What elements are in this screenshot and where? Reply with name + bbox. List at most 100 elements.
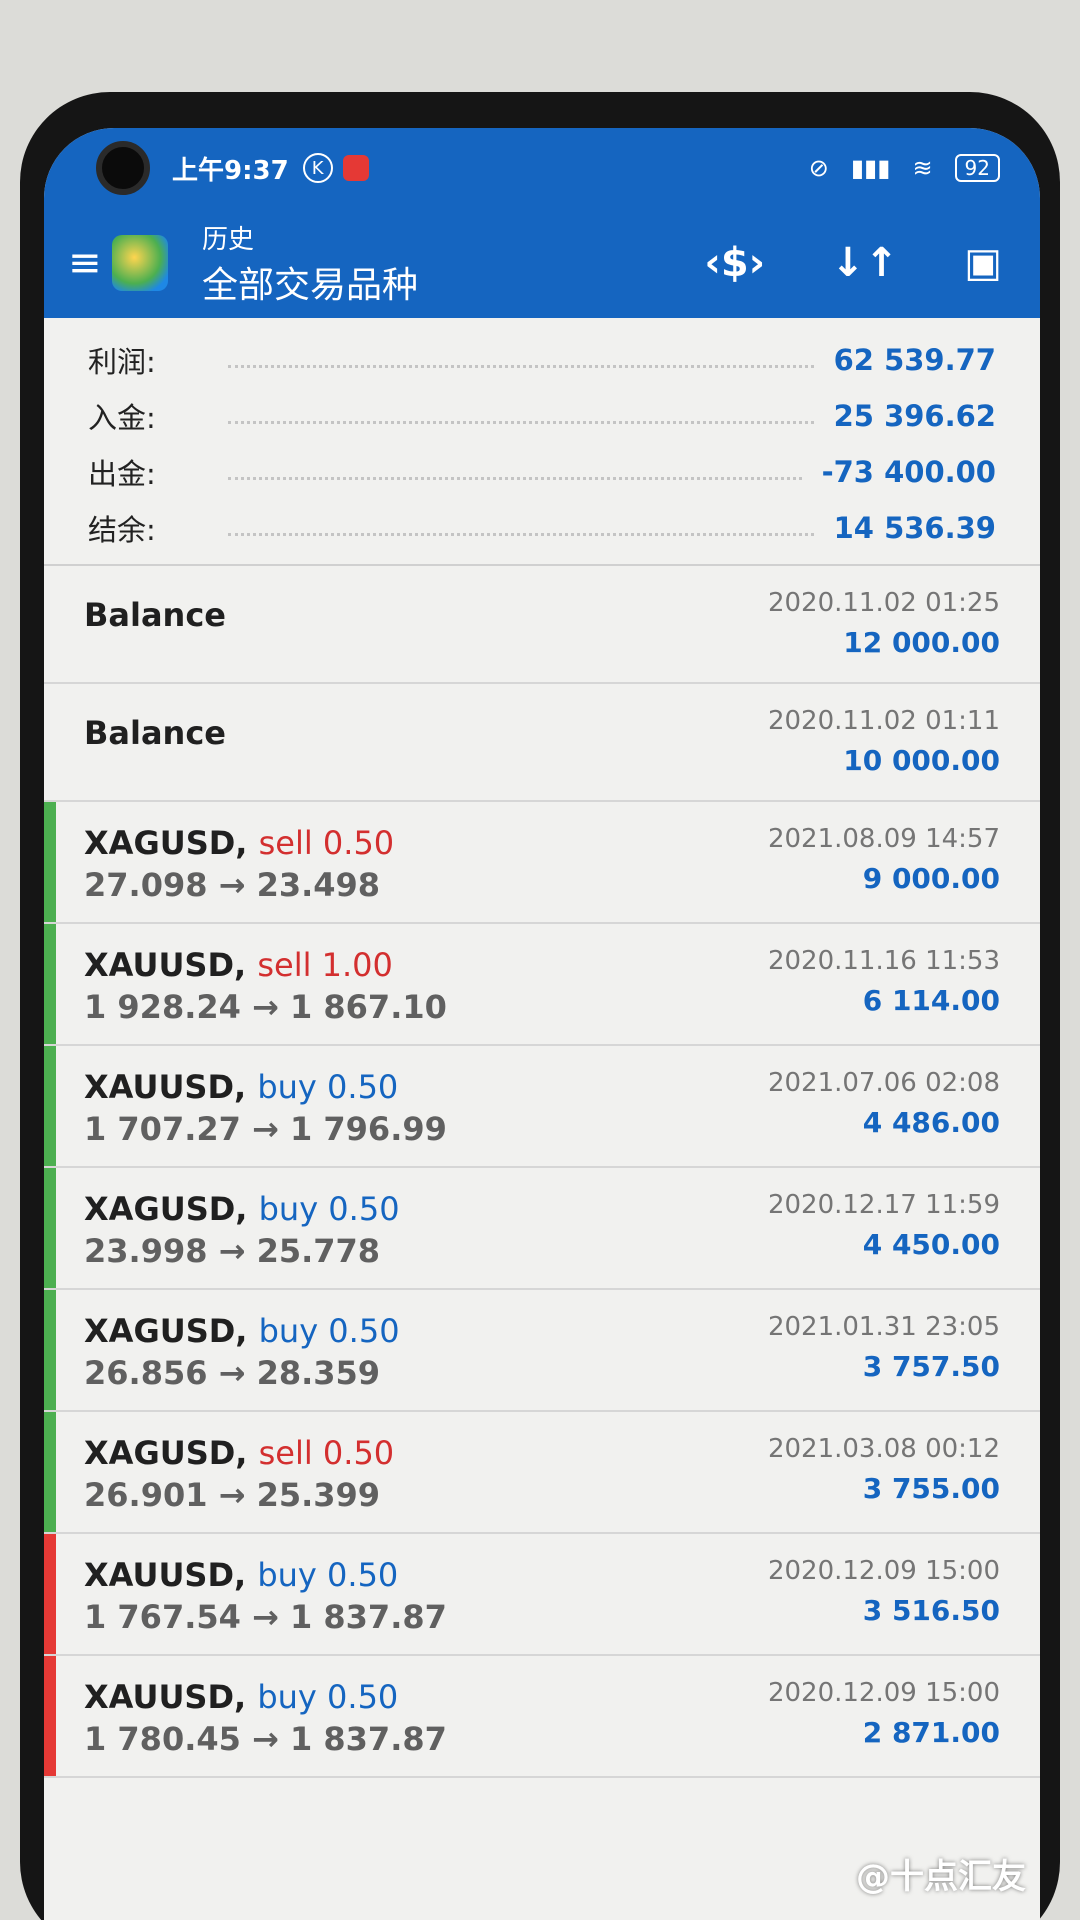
trade-prices: 23.998 → 25.778 bbox=[84, 1232, 381, 1270]
dotted-leader bbox=[228, 532, 814, 536]
trade-time: 2020.12.09 15:00 bbox=[767, 1556, 1000, 1586]
trade-side: sell 0.50 bbox=[258, 1434, 395, 1472]
result-bar bbox=[44, 1290, 56, 1410]
trade-time: 2021.01.31 23:05 bbox=[767, 1312, 1000, 1342]
result-bar bbox=[44, 1656, 56, 1776]
menu-icon[interactable]: ≡ bbox=[68, 240, 102, 286]
row-amount: 12 000.00 bbox=[843, 626, 1000, 659]
trade-amount: 3 757.50 bbox=[862, 1350, 1000, 1383]
trade-side: sell 1.00 bbox=[257, 946, 393, 984]
trade-title: XAUUSD, buy 0.50 bbox=[84, 1556, 447, 1594]
result-bar bbox=[44, 802, 56, 922]
trade-amount: 4 450.00 bbox=[862, 1228, 1000, 1261]
notification-icon bbox=[342, 155, 369, 181]
trade-time: 2021.08.09 14:57 bbox=[767, 824, 1000, 854]
toolbar-actions: ‹$› ↓↑ ▣ bbox=[704, 240, 1016, 286]
dotted-leader bbox=[228, 420, 814, 424]
status-icons: ⊘ ▮▮▮ ≋ 92 bbox=[809, 154, 1000, 182]
summary-row-deposit: 入金: 25 396.62 bbox=[88, 388, 996, 444]
trade-amount: 3 755.00 bbox=[862, 1472, 1000, 1505]
sort-icon[interactable]: ↓↑ bbox=[831, 240, 898, 286]
trade-prices: 26.856 → 28.359 bbox=[84, 1354, 381, 1392]
trade-symbol: XAGUSD, bbox=[84, 1312, 248, 1350]
trade-side: buy 0.50 bbox=[257, 1556, 399, 1594]
app-bar: 上午9:37 K ⊘ ▮▮▮ ≋ 92 ≡ 历史 全部交易品种 ‹$› ↓↑ ▣ bbox=[44, 128, 1040, 318]
trade-row[interactable]: XAGUSD, buy 0.50 23.998 → 25.778 2020.12.1… bbox=[44, 1168, 1040, 1290]
trade-title: XAUUSD, buy 0.50 bbox=[84, 1678, 447, 1716]
trade-symbol: XAGUSD, bbox=[84, 1190, 248, 1228]
trade-time: 2020.11.16 11:53 bbox=[767, 946, 1000, 976]
trade-title: XAUUSD, sell 1.00 bbox=[84, 946, 447, 984]
summary-label: 出金: bbox=[88, 457, 156, 491]
summary-label: 利润: bbox=[88, 345, 156, 379]
trade-prices: 27.098 → 23.498 bbox=[84, 866, 381, 904]
balance-row[interactable]: Balance 2020.11.02 01:25 12 000.00 bbox=[44, 566, 1040, 684]
watermark: @十点汇友 bbox=[856, 1857, 1026, 1897]
k-icon: K bbox=[302, 153, 333, 183]
trade-time: 2021.03.08 00:12 bbox=[767, 1434, 1000, 1464]
status-time: 上午9:37 bbox=[172, 155, 289, 186]
app-logo bbox=[112, 235, 168, 291]
status-bar: 上午9:37 K ⊘ ▮▮▮ ≋ 92 bbox=[44, 128, 1040, 208]
battery-icon: 92 bbox=[954, 154, 1000, 182]
toolbar-titles[interactable]: 历史 全部交易品种 bbox=[202, 219, 418, 308]
summary-value: 62 539.77 bbox=[833, 343, 996, 377]
trade-symbol: XAUUSD, bbox=[84, 1678, 247, 1716]
summary-value: 25 396.62 bbox=[833, 399, 996, 433]
dollar-filter-icon[interactable]: ‹$› bbox=[704, 240, 765, 286]
trade-time: 2020.12.17 11:59 bbox=[767, 1190, 1000, 1220]
summary-label: 结余: bbox=[88, 513, 156, 547]
trade-row[interactable]: XAGUSD, sell 0.50 26.901 → 25.399 2021.03.… bbox=[44, 1412, 1040, 1534]
trade-list: XAGUSD, sell 0.50 27.098 → 23.498 2021.08.… bbox=[44, 802, 1040, 1778]
trade-side: buy 0.50 bbox=[258, 1190, 400, 1228]
trade-title: XAUUSD, buy 0.50 bbox=[84, 1068, 447, 1106]
result-bar bbox=[44, 1168, 56, 1288]
toolbar-subtitle: 历史 bbox=[202, 224, 255, 255]
front-camera bbox=[96, 141, 150, 195]
trade-row[interactable]: XAGUSD, buy 0.50 26.856 → 28.359 2021.01.3… bbox=[44, 1290, 1040, 1412]
trade-time: 2020.12.09 15:00 bbox=[767, 1678, 1000, 1708]
trade-row[interactable]: XAGUSD, sell 0.50 27.098 → 23.498 2021.08.… bbox=[44, 802, 1040, 924]
trade-row[interactable]: XAUUSD, buy 0.50 1 707.27 → 1 796.99 2021.… bbox=[44, 1046, 1040, 1168]
summary-value: -73 400.00 bbox=[821, 455, 996, 489]
trade-amount: 3 516.50 bbox=[862, 1594, 1000, 1627]
row-title: Balance bbox=[84, 596, 226, 634]
trade-title: XAGUSD, buy 0.50 bbox=[84, 1312, 400, 1350]
summary-row-profit: 利润: 62 539.77 bbox=[88, 332, 996, 388]
row-time: 2020.11.02 01:25 bbox=[767, 588, 1000, 618]
trade-amount: 6 114.00 bbox=[862, 984, 1000, 1017]
trade-prices: 26.901 → 25.399 bbox=[84, 1476, 381, 1514]
signal-icon: ▮▮▮ bbox=[850, 154, 891, 182]
trade-side: buy 0.50 bbox=[258, 1312, 400, 1350]
summary-panel: 利润: 62 539.77 入金: 25 396.62 出金: -73 400.… bbox=[44, 318, 1040, 566]
trade-symbol: XAGUSD, bbox=[84, 824, 248, 862]
balance-row[interactable]: Balance 2020.11.02 01:11 10 000.00 bbox=[44, 684, 1040, 802]
trade-amount: 2 871.00 bbox=[862, 1716, 1000, 1749]
summary-label: 入金: bbox=[88, 401, 156, 435]
trade-row[interactable]: XAUUSD, buy 0.50 1 767.54 → 1 837.87 2020.… bbox=[44, 1534, 1040, 1656]
trade-symbol: XAUUSD, bbox=[84, 1556, 247, 1594]
screen: 上午9:37 K ⊘ ▮▮▮ ≋ 92 ≡ 历史 全部交易品种 ‹$› ↓↑ ▣ bbox=[44, 128, 1040, 1920]
result-bar bbox=[44, 1534, 56, 1654]
row-time: 2020.11.02 01:11 bbox=[767, 706, 1000, 736]
wifi-icon: ≋ bbox=[912, 154, 933, 182]
trade-row[interactable]: XAUUSD, buy 0.50 1 780.45 → 1 837.87 2020.… bbox=[44, 1656, 1040, 1778]
summary-row-withdrawal: 出金: -73 400.00 bbox=[88, 444, 996, 500]
trade-side: sell 0.50 bbox=[258, 824, 395, 862]
trade-prices: 1 767.54 → 1 837.87 bbox=[84, 1598, 447, 1636]
summary-row-balance: 结余: 14 536.39 bbox=[88, 500, 996, 556]
dotted-leader bbox=[228, 364, 814, 368]
trade-prices: 1 780.45 → 1 837.87 bbox=[84, 1720, 447, 1758]
trade-amount: 9 000.00 bbox=[862, 862, 1000, 895]
trade-symbol: XAGUSD, bbox=[84, 1434, 248, 1472]
trade-row[interactable]: XAUUSD, sell 1.00 1 928.24 → 1 867.10 2020… bbox=[44, 924, 1040, 1046]
trade-prices: 1 707.27 → 1 796.99 bbox=[84, 1110, 447, 1148]
trade-prices: 1 928.24 → 1 867.10 bbox=[84, 988, 447, 1026]
trade-time: 2021.07.06 02:08 bbox=[767, 1068, 1000, 1098]
result-bar bbox=[44, 1046, 56, 1166]
trade-side: buy 0.50 bbox=[257, 1678, 399, 1716]
summary-value: 14 536.39 bbox=[833, 511, 996, 545]
trade-symbol: XAUUSD, bbox=[84, 946, 247, 984]
dotted-leader bbox=[228, 476, 802, 480]
calendar-icon[interactable]: ▣ bbox=[964, 240, 1002, 286]
